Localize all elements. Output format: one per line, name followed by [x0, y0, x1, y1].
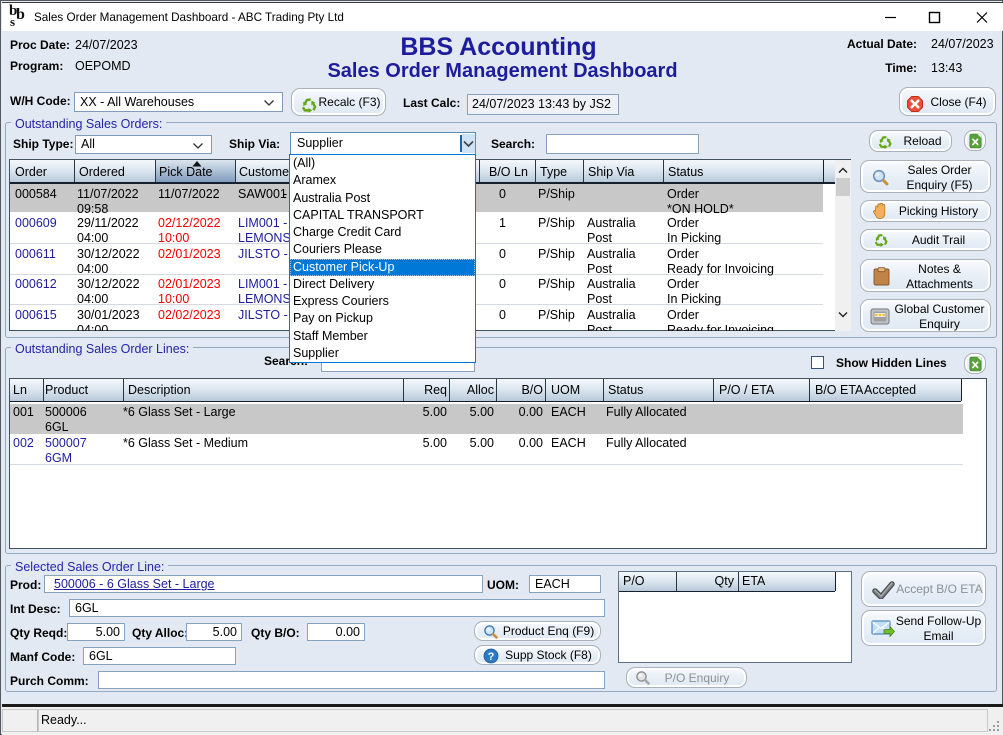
svg-text:?: ?	[488, 651, 495, 663]
